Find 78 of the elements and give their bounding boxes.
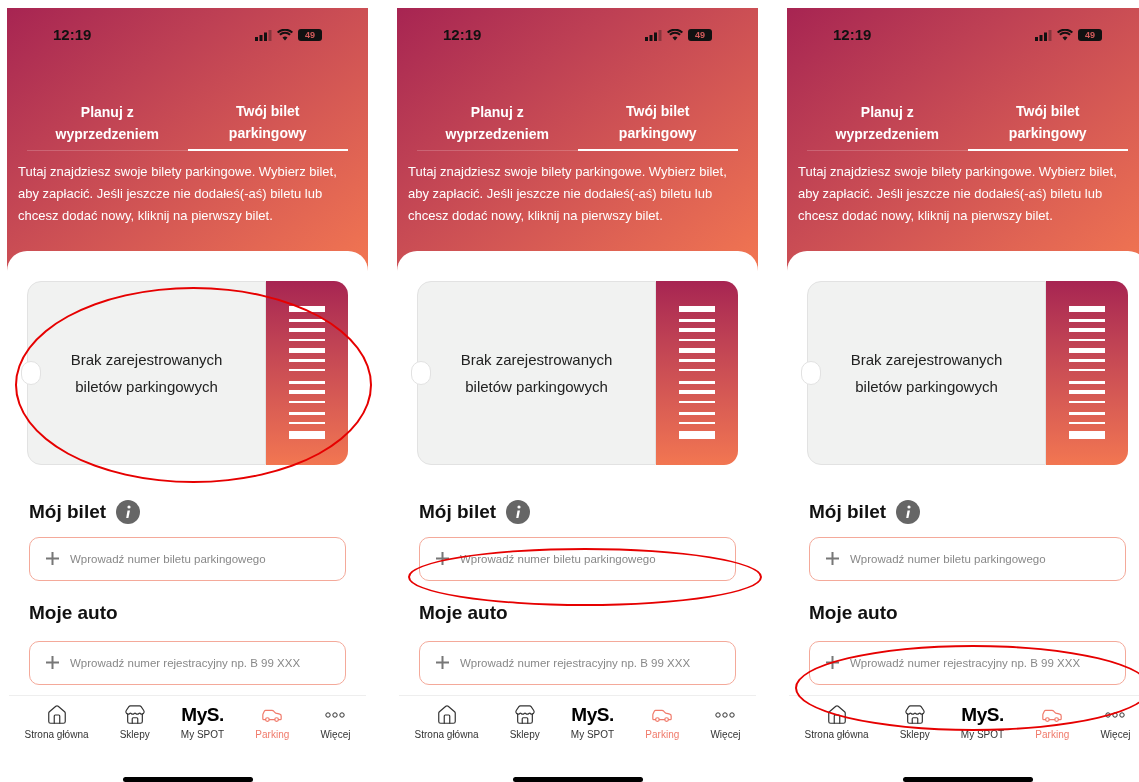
plus-icon xyxy=(826,656,839,669)
store-icon xyxy=(123,704,146,726)
nav-item[interactable]: Więcej xyxy=(320,704,351,745)
nav-item[interactable]: Strona główna xyxy=(414,704,479,745)
input-field[interactable]: Wprowadź numer biletu parkingowego xyxy=(419,537,736,581)
nav-item[interactable]: MyS. My SPOT xyxy=(180,704,225,745)
section-title: Moje auto xyxy=(808,601,899,625)
nav-item[interactable]: Strona główna xyxy=(804,704,869,745)
status-time: 12:19 xyxy=(443,24,482,45)
description-text: Tutaj znajdziesz swoje bilety parkingowe. Wybierz bilet, aby zapłacić. Jeśli jeszcze nie dodałeś(-aś) biletu lub chcesz dodać nowy, kliknij na pierwszy bilet. xyxy=(407,163,728,225)
tab[interactable]: Twój bilet parkingowy xyxy=(577,95,738,151)
ticket-notch xyxy=(801,361,821,385)
more-icon xyxy=(325,712,346,718)
section-title: Moje auto xyxy=(418,601,509,625)
empty-ticket-text: Brak zarejestrowanych biletów parkingowych xyxy=(459,350,614,397)
signal-icon xyxy=(645,29,662,41)
nav-item[interactable]: Sklepy xyxy=(119,704,150,745)
input-field[interactable]: Wprowadź numer biletu parkingowego xyxy=(809,537,1126,581)
home-icon xyxy=(435,704,458,726)
nav-item[interactable]: Sklepy xyxy=(899,704,930,745)
info-icon[interactable] xyxy=(506,500,531,524)
home-icon xyxy=(45,704,68,726)
signal-icon xyxy=(1035,29,1052,41)
home-icon xyxy=(825,704,848,726)
section-title: Moje auto xyxy=(28,601,119,625)
plus-icon xyxy=(826,552,839,565)
ticket-card[interactable]: Brak zarejestrowanych biletów parkingowych xyxy=(417,281,656,465)
logo: MyS. xyxy=(571,704,614,726)
logo: MyS. xyxy=(961,704,1004,726)
section-title: Mój bilet xyxy=(419,499,497,524)
section-title: Mój bilet xyxy=(29,499,107,524)
battery-indicator: 49 xyxy=(1078,29,1102,41)
ticket-card[interactable]: Brak zarejestrowanych biletów parkingowych xyxy=(27,281,266,465)
info-icon[interactable] xyxy=(896,500,921,524)
input-field[interactable]: Wprowadź numer biletu parkingowego xyxy=(29,537,346,581)
status-time: 12:19 xyxy=(53,24,92,45)
more-icon xyxy=(715,712,736,718)
barcode-icon xyxy=(679,305,715,441)
tab[interactable]: Planuj z wyprzedzeniem xyxy=(417,95,578,151)
more-icon xyxy=(1105,712,1126,718)
barcode-icon xyxy=(1069,305,1105,441)
description-text: Tutaj znajdziesz swoje bilety parkingowe. Wybierz bilet, aby zapłacić. Jeśli jeszcze nie dodałeś(-aś) biletu lub chcesz dodać nowy, kliknij na pierwszy bilet. xyxy=(797,163,1118,225)
nav-item[interactable]: MyS. My SPOT xyxy=(570,704,615,745)
empty-ticket-text: Brak zarejestrowanych biletów parkingowych xyxy=(69,350,224,397)
wifi-icon xyxy=(1057,29,1073,41)
battery-indicator: 49 xyxy=(298,29,322,41)
input-field[interactable]: Wprowadź numer rejestracyjny np. B 99 XXX xyxy=(419,641,736,685)
battery-indicator: 49 xyxy=(688,29,712,41)
store-icon xyxy=(513,704,536,726)
empty-ticket-text: Brak zarejestrowanych biletów parkingowych xyxy=(849,350,1004,397)
plus-icon xyxy=(46,552,59,565)
logo: MyS. xyxy=(181,704,224,726)
nav-item[interactable]: Więcej xyxy=(1100,704,1131,745)
signal-icon xyxy=(255,29,272,41)
nav-item[interactable]: Więcej xyxy=(710,704,741,745)
plus-icon xyxy=(46,656,59,669)
tab[interactable]: Planuj z wyprzedzeniem xyxy=(807,95,968,151)
tab[interactable]: Twój bilet parkingowy xyxy=(187,95,348,151)
info-icon[interactable] xyxy=(116,500,141,524)
plus-icon xyxy=(436,656,449,669)
input-field[interactable]: Wprowadź numer rejestracyjny np. B 99 XXX xyxy=(809,641,1126,685)
store-icon xyxy=(903,704,926,726)
nav-item[interactable]: Strona główna xyxy=(24,704,89,745)
description-text: Tutaj znajdziesz swoje bilety parkingowe. Wybierz bilet, aby zapłacić. Jeśli jeszcze nie dodałeś(-aś) biletu lub chcesz dodać nowy, kliknij na pierwszy bilet. xyxy=(17,163,338,225)
wifi-icon xyxy=(667,29,683,41)
barcode-icon xyxy=(289,305,325,441)
tab[interactable]: Twój bilet parkingowy xyxy=(967,95,1128,151)
input-field[interactable]: Wprowadź numer rejestracyjny np. B 99 XXX xyxy=(29,641,346,685)
nav-item[interactable]: Sklepy xyxy=(509,704,540,745)
ticket-card[interactable]: Brak zarejestrowanych biletów parkingowych xyxy=(807,281,1046,465)
section-title: Mój bilet xyxy=(809,499,887,524)
nav-item[interactable]: MyS. My SPOT xyxy=(960,704,1005,745)
status-time: 12:19 xyxy=(833,24,872,45)
wifi-icon xyxy=(277,29,293,41)
ticket-notch xyxy=(21,361,41,385)
plus-icon xyxy=(436,552,449,565)
tab[interactable]: Planuj z wyprzedzeniem xyxy=(27,95,188,151)
ticket-notch xyxy=(411,361,431,385)
